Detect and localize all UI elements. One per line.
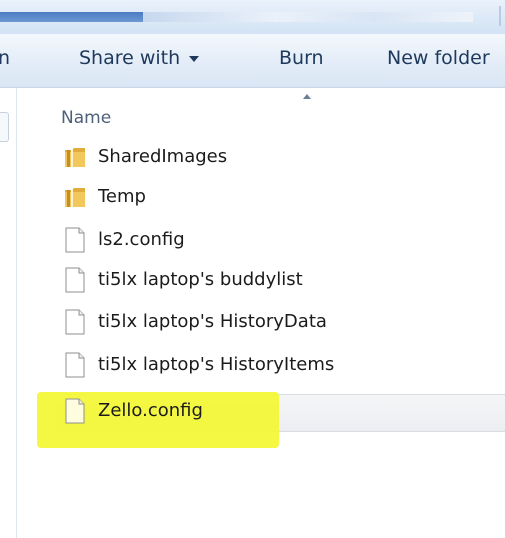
document-icon: [64, 309, 86, 335]
window-title-strip: [0, 0, 505, 34]
address-bar-fade: [143, 12, 473, 22]
nav-pane-scroll-handle[interactable]: [0, 112, 9, 142]
burn-button[interactable]: Burn: [279, 47, 324, 69]
column-header-name[interactable]: Name: [61, 108, 111, 128]
file-name: SharedImages: [98, 146, 228, 167]
file-name: ti5lx laptop's HistoryItems: [98, 354, 335, 375]
file-row-ls2-config[interactable]: ls2.config: [17, 221, 505, 261]
file-name: ls2.config: [98, 229, 185, 250]
navigation-pane[interactable]: [0, 88, 17, 538]
title-divider: [499, 6, 501, 26]
new-folder-button[interactable]: New folder: [387, 47, 490, 69]
sort-ascending-icon: [303, 94, 311, 99]
address-bar-progress: [0, 12, 143, 22]
document-icon: [64, 398, 86, 424]
file-row-historyitems[interactable]: ti5lx laptop's HistoryItems: [17, 346, 505, 386]
column-header-row: Name: [17, 88, 505, 138]
chevron-down-icon: [189, 55, 200, 62]
document-icon: [64, 352, 86, 378]
file-name: Temp: [98, 186, 146, 207]
file-name: Zello.config: [98, 400, 203, 421]
file-row-historydata[interactable]: ti5lx laptop's HistoryData: [17, 303, 505, 343]
document-icon: [64, 227, 86, 253]
toolbar-cut-item[interactable]: n: [0, 47, 10, 69]
file-row-buddylist[interactable]: ti5lx laptop's buddylist: [17, 261, 505, 301]
document-icon: [64, 267, 86, 293]
file-name: ti5lx laptop's HistoryData: [98, 311, 327, 332]
folder-icon: [64, 184, 86, 210]
file-name: ti5lx laptop's buddylist: [98, 269, 303, 290]
file-row-zello-config[interactable]: Zello.config: [17, 392, 505, 448]
folder-icon: [64, 144, 86, 170]
share-with-button[interactable]: Share with: [79, 47, 200, 69]
command-toolbar: n Share with Burn New folder: [0, 34, 505, 88]
file-row-sharedimages[interactable]: SharedImages: [17, 138, 505, 178]
file-row-temp[interactable]: Temp: [17, 178, 505, 218]
share-with-label: Share with: [79, 47, 181, 69]
